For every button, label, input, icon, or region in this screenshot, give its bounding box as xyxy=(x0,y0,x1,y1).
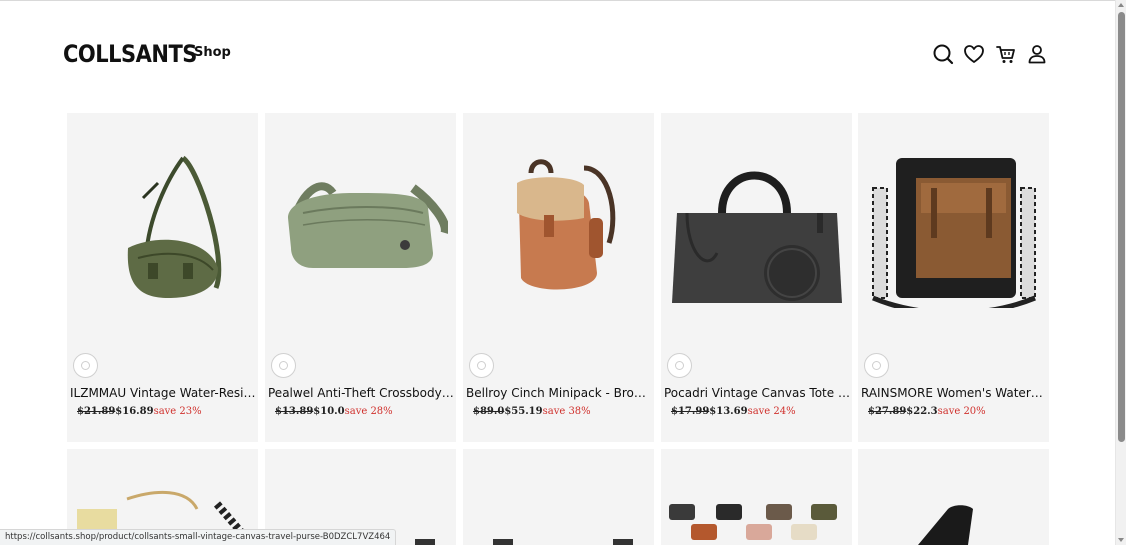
sale-price: $22.3 xyxy=(906,406,938,417)
product-price: $21.89$16.89save 23% xyxy=(77,406,202,417)
product-price: $27.89$22.3save 20% xyxy=(868,406,986,417)
search-icon[interactable] xyxy=(932,43,954,65)
scroll-down-arrow-icon[interactable] xyxy=(1118,538,1124,542)
product-price: $89.0$55.19save 38% xyxy=(473,406,591,417)
compare-toggle[interactable] xyxy=(73,353,98,378)
product-title[interactable]: Pealwel Anti-Theft Crossbody Bag xyxy=(268,386,454,400)
compare-toggle[interactable] xyxy=(271,353,296,378)
nav-shop-link[interactable]: Shop xyxy=(194,45,231,60)
product-image-crossbody-bag[interactable] xyxy=(265,113,456,343)
save-badge: save 20% xyxy=(937,406,986,417)
sale-price: $13.69 xyxy=(709,406,748,417)
heart-icon[interactable] xyxy=(963,43,985,65)
account-icon[interactable] xyxy=(1026,43,1048,65)
original-price: $13.89 xyxy=(275,406,314,417)
product-price: $13.89$10.0save 28% xyxy=(275,406,393,417)
product-image-mini-bags[interactable] xyxy=(661,449,852,545)
save-badge: save 28% xyxy=(344,406,393,417)
product-image-waterproof-crossbody[interactable] xyxy=(858,113,1049,343)
product-card[interactable] xyxy=(858,449,1049,545)
product-card[interactable] xyxy=(463,449,654,545)
product-title[interactable]: Pocadri Vintage Canvas Tote Bag xyxy=(664,386,850,400)
link-status-bar: https://collsants.shop/product/collsants… xyxy=(0,529,397,545)
original-price: $21.89 xyxy=(77,406,116,417)
product-card[interactable]: Pocadri Vintage Canvas Tote Bag $17.99$1… xyxy=(661,113,852,442)
original-price: $27.89 xyxy=(868,406,907,417)
site-logo[interactable]: COLLSANTS xyxy=(63,40,197,68)
product-card[interactable]: Pealwel Anti-Theft Crossbody Bag $13.89$… xyxy=(265,113,456,442)
product-image-bag[interactable] xyxy=(463,449,654,545)
original-price: $17.99 xyxy=(671,406,710,417)
product-image-tote-bag[interactable] xyxy=(661,113,852,343)
product-card[interactable]: RAINSMORE Women's Waterproof Crossbody B… xyxy=(858,113,1049,442)
save-badge: save 24% xyxy=(747,406,796,417)
product-title[interactable]: Bellroy Cinch Minipack - Bronze xyxy=(466,386,652,400)
scroll-up-arrow-icon[interactable] xyxy=(1118,3,1124,7)
product-image-sling-bag[interactable] xyxy=(67,113,258,343)
product-card[interactable] xyxy=(661,449,852,545)
save-badge: save 38% xyxy=(542,406,591,417)
product-title[interactable]: ILZMMAU Vintage Water-Resistant Crossbod… xyxy=(70,386,256,400)
product-image-sling[interactable] xyxy=(858,449,1049,545)
sale-price: $16.89 xyxy=(115,406,154,417)
sale-price: $10.0 xyxy=(313,406,345,417)
product-price: $17.99$13.69save 24% xyxy=(671,406,796,417)
compare-toggle[interactable] xyxy=(667,353,692,378)
site-header: COLLSANTS Shop xyxy=(0,0,1115,100)
compare-toggle[interactable] xyxy=(864,353,889,378)
scroll-thumb[interactable] xyxy=(1118,12,1125,442)
sale-price: $55.19 xyxy=(504,406,543,417)
compare-toggle[interactable] xyxy=(469,353,494,378)
original-price: $89.0 xyxy=(473,406,505,417)
product-image-minipack[interactable] xyxy=(463,113,654,343)
product-title[interactable]: RAINSMORE Women's Waterproof Crossbody B… xyxy=(861,386,1047,400)
save-badge: save 23% xyxy=(153,406,202,417)
product-card[interactable]: ILZMMAU Vintage Water-Resistant Crossbod… xyxy=(67,113,258,442)
product-card[interactable]: Bellroy Cinch Minipack - Bronze $89.0$55… xyxy=(463,113,654,442)
page-scrollbar[interactable] xyxy=(1115,0,1126,545)
cart-icon[interactable] xyxy=(995,43,1017,65)
